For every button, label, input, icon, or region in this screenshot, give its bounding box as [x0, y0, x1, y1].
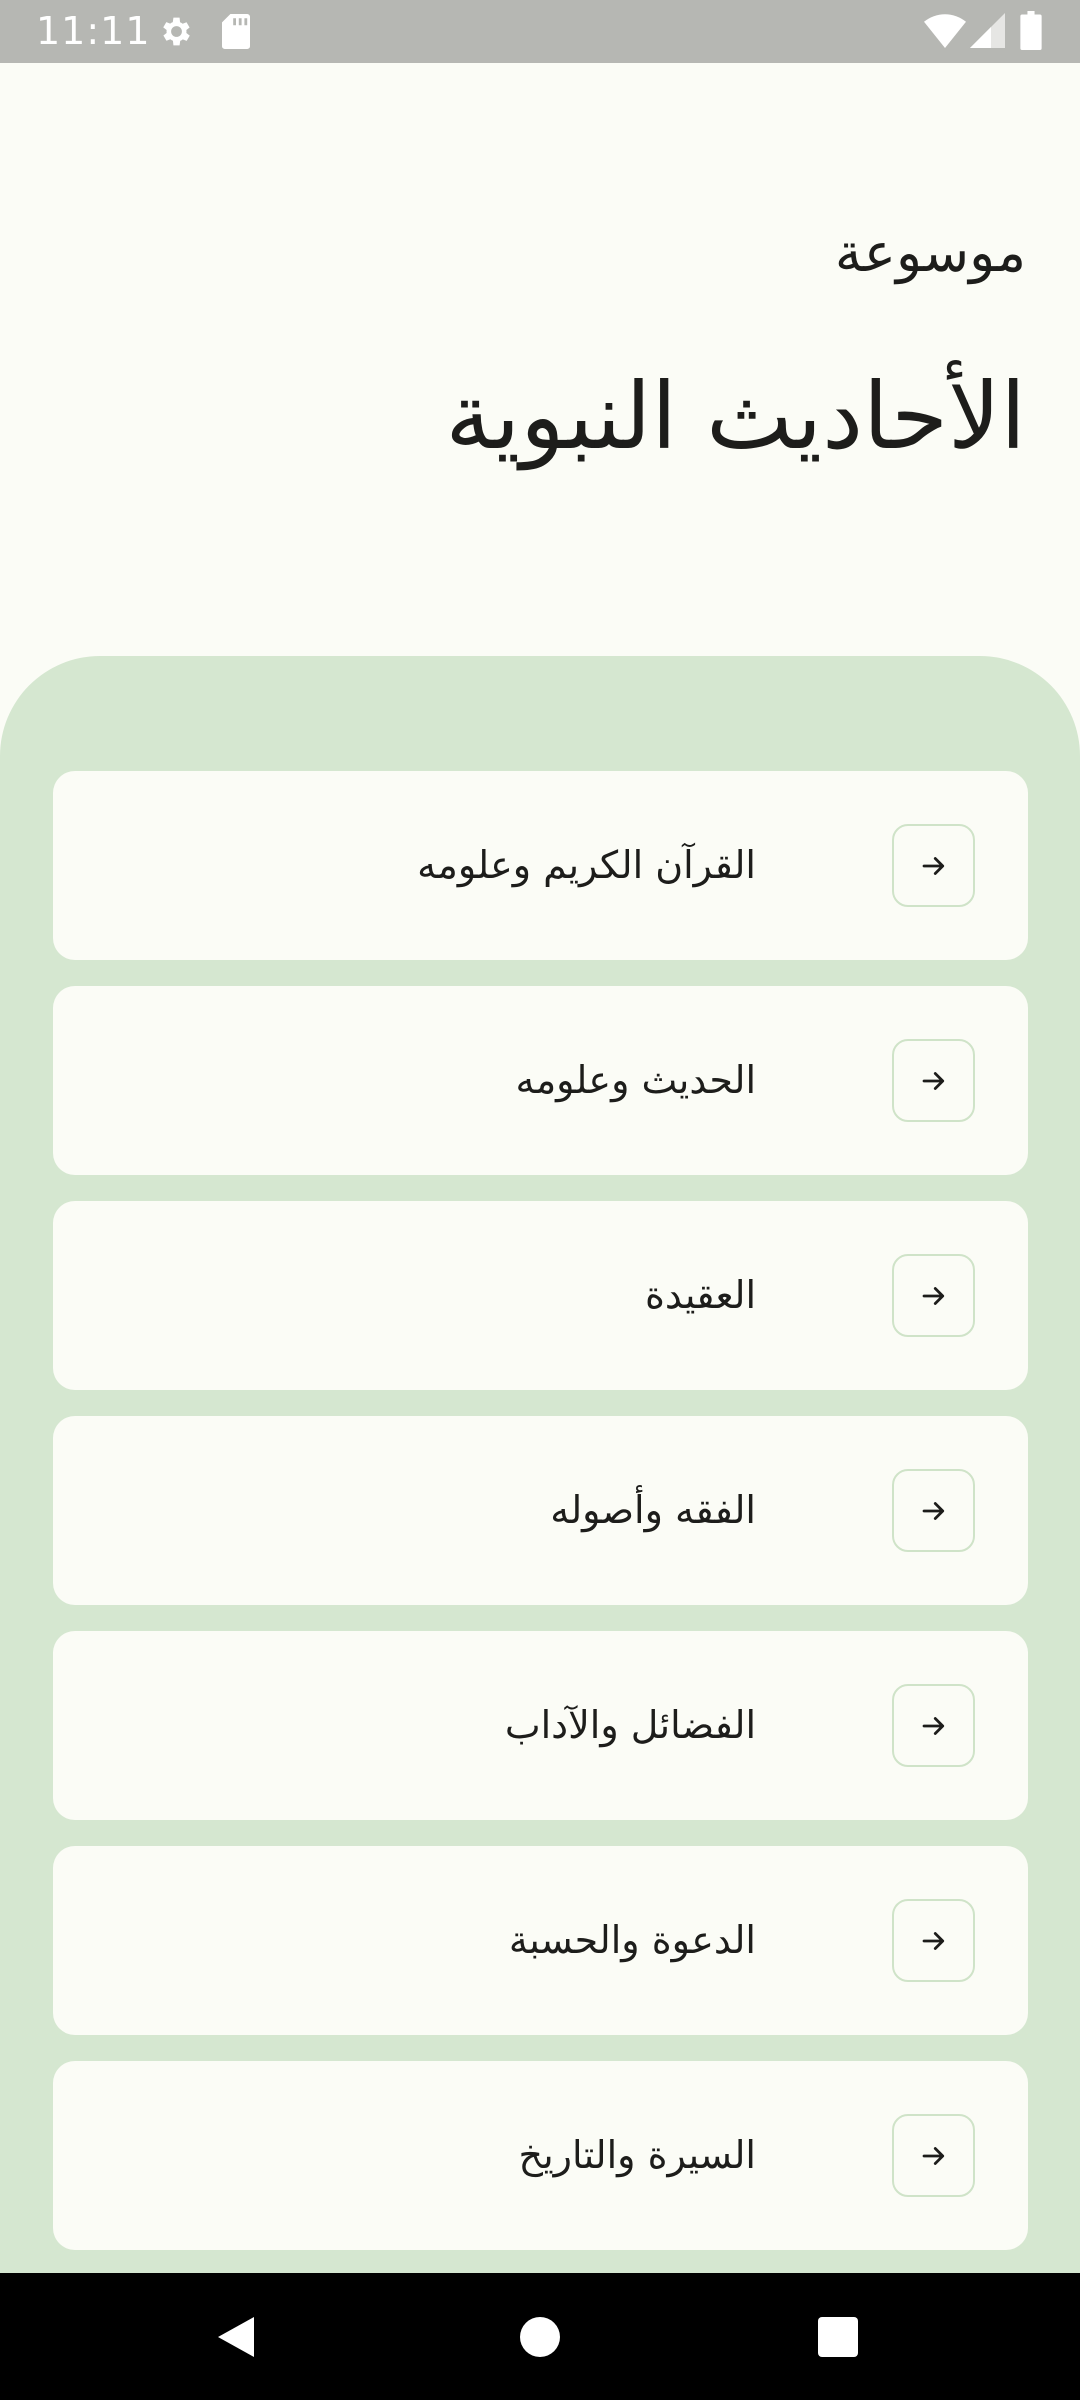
arrow-right-icon: [922, 1286, 944, 1305]
signal-icon: [970, 13, 1005, 48]
gear-icon: [163, 17, 190, 46]
open-category-button[interactable]: [892, 824, 975, 907]
categories-panel: القرآن الكريم وعلومه الحديث وعلومه العقي…: [0, 656, 1080, 2273]
arrow-right-icon: [922, 1071, 944, 1090]
sd-card-icon: [222, 14, 250, 49]
category-label: الفضائل والآداب: [504, 1703, 756, 1747]
arrow-right-icon: [922, 1931, 944, 1950]
recents-icon[interactable]: [818, 2317, 858, 2357]
category-label: السيرة والتاريخ: [518, 2133, 756, 2177]
category-card-fiqh[interactable]: الفقه وأصوله: [53, 1416, 1028, 1605]
arrow-right-icon: [922, 856, 944, 875]
category-card-quran[interactable]: القرآن الكريم وعلومه: [53, 771, 1028, 960]
back-icon[interactable]: [218, 2317, 258, 2357]
open-category-button[interactable]: [892, 2114, 975, 2197]
status-bar: 11:11: [0, 0, 1080, 63]
battery-icon: [1020, 11, 1042, 50]
arrow-right-icon: [922, 1501, 944, 1520]
category-card-aqidah[interactable]: العقيدة: [53, 1201, 1028, 1390]
category-card-virtues[interactable]: الفضائل والآداب: [53, 1631, 1028, 1820]
category-card-dawah[interactable]: الدعوة والحسبة: [53, 1846, 1028, 2035]
open-category-button[interactable]: [892, 1039, 975, 1122]
page-title: الأحاديث النبوية: [445, 363, 1026, 470]
open-category-button[interactable]: [892, 1254, 975, 1337]
category-label: العقيدة: [644, 1273, 756, 1317]
category-label: القرآن الكريم وعلومه: [417, 843, 756, 887]
open-category-button[interactable]: [892, 1899, 975, 1982]
arrow-right-icon: [922, 1716, 944, 1735]
header: موسوعة الأحاديث النبوية: [0, 63, 1080, 656]
category-label: الدعوة والحسبة: [508, 1918, 756, 1962]
home-icon[interactable]: [520, 2317, 560, 2357]
category-card-seerah[interactable]: السيرة والتاريخ: [53, 2061, 1028, 2250]
category-label: الفقه وأصوله: [550, 1488, 756, 1532]
arrow-right-icon: [922, 2146, 944, 2165]
system-navigation-bar: [0, 2273, 1080, 2400]
open-category-button[interactable]: [892, 1684, 975, 1767]
status-time: 11:11: [36, 9, 151, 53]
open-category-button[interactable]: [892, 1469, 975, 1552]
wifi-icon: [924, 14, 966, 48]
category-label: الحديث وعلومه: [515, 1058, 756, 1102]
page-subtitle: موسوعة: [834, 221, 1026, 284]
category-card-hadith[interactable]: الحديث وعلومه: [53, 986, 1028, 1175]
